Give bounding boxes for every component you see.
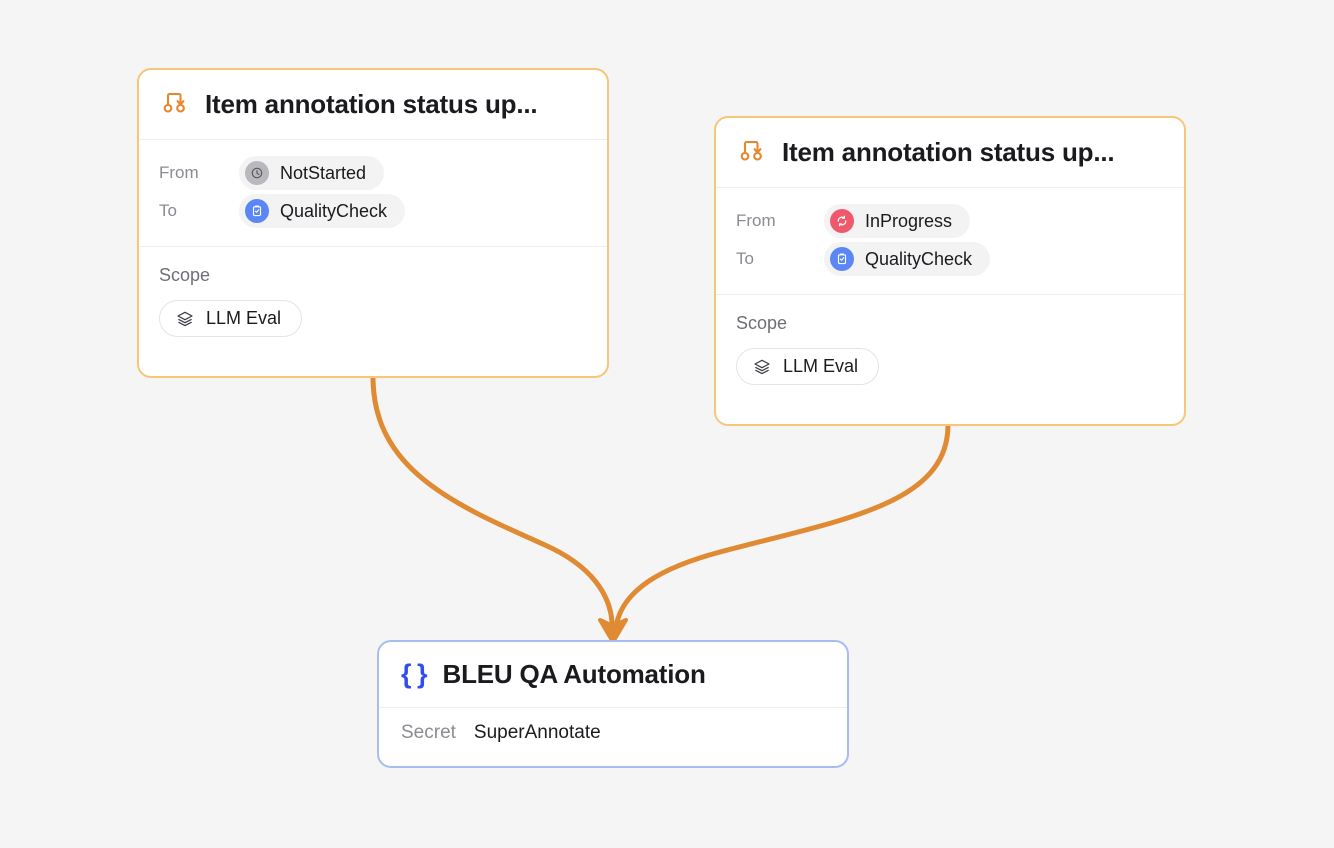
transition-row-to: To QualityCheck: [159, 192, 587, 230]
edge-trigger2-to-action: [614, 422, 951, 625]
trigger-node-1[interactable]: Item annotation status up... From NotSta…: [137, 68, 609, 378]
status-chip-notstarted-label: NotStarted: [280, 162, 367, 183]
action-node-bleu-qa[interactable]: { } BLEU QA Automation Secret SuperAnnot…: [377, 640, 849, 768]
workflow-branch-icon: [736, 134, 768, 171]
action-node-title: BLEU QA Automation: [442, 659, 706, 689]
trigger-node-1-scope: Scope LLM Eval: [139, 247, 607, 353]
layers-icon: [752, 357, 772, 377]
secret-label: Secret: [401, 722, 456, 743]
transition-row-to: To QualityCheck: [736, 240, 1164, 278]
refresh-icon: [830, 209, 854, 233]
transition-from-label: From: [159, 163, 199, 182]
trigger-node-1-header: Item annotation status up...: [139, 70, 607, 140]
status-chip-qualitycheck[interactable]: QualityCheck: [239, 194, 406, 228]
transition-to-label: To: [159, 201, 177, 220]
workflow-branch-icon: [159, 86, 191, 123]
transition-row-from: From InProgress: [736, 202, 1164, 240]
status-chip-qualitycheck-label: QualityCheck: [865, 248, 973, 269]
status-chip-qualitycheck-label: QualityCheck: [280, 200, 388, 221]
scope-chip-llm-eval-label: LLM Eval: [206, 308, 282, 328]
curly-braces-icon: { }: [401, 659, 428, 689]
status-chip-inprogress-label: InProgress: [865, 210, 953, 231]
trigger-node-2-scope: Scope LLM Eval: [716, 295, 1184, 401]
edge-trigger1-to-action: [370, 374, 615, 625]
transition-row-from: From NotStarted: [159, 154, 587, 192]
clipboard-check-icon: [245, 199, 269, 223]
trigger-node-1-transitions: From NotStarted To QualityCheck: [139, 140, 607, 247]
action-node-header: { } BLEU QA Automation: [379, 642, 847, 708]
scope-label: Scope: [736, 313, 788, 333]
scope-chip-llm-eval[interactable]: LLM Eval: [159, 300, 303, 337]
trigger-node-2-transitions: From InProgress To QualityCheck: [716, 188, 1184, 295]
status-chip-qualitycheck[interactable]: QualityCheck: [824, 242, 991, 276]
action-node-secret-row: Secret SuperAnnotate: [379, 708, 847, 758]
edge-arrowhead-icon: [598, 618, 628, 644]
clipboard-check-icon: [830, 247, 854, 271]
scope-label: Scope: [159, 265, 211, 285]
transition-to-label: To: [736, 249, 754, 268]
scope-chip-llm-eval[interactable]: LLM Eval: [736, 348, 880, 385]
secret-value: SuperAnnotate: [473, 722, 601, 743]
status-chip-notstarted[interactable]: NotStarted: [239, 156, 385, 190]
status-chip-inprogress[interactable]: InProgress: [824, 204, 971, 238]
layers-icon: [175, 309, 195, 329]
trigger-node-2-header: Item annotation status up...: [716, 118, 1184, 188]
trigger-node-1-title: Item annotation status up...: [205, 89, 538, 119]
transition-from-label: From: [736, 211, 776, 230]
workflow-canvas[interactable]: Item annotation status up... From NotSta…: [0, 0, 1334, 848]
scope-chip-llm-eval-label: LLM Eval: [783, 356, 859, 376]
trigger-node-2-title: Item annotation status up...: [782, 137, 1115, 167]
trigger-node-2[interactable]: Item annotation status up... From InProg…: [714, 116, 1186, 426]
clock-icon: [245, 161, 269, 185]
